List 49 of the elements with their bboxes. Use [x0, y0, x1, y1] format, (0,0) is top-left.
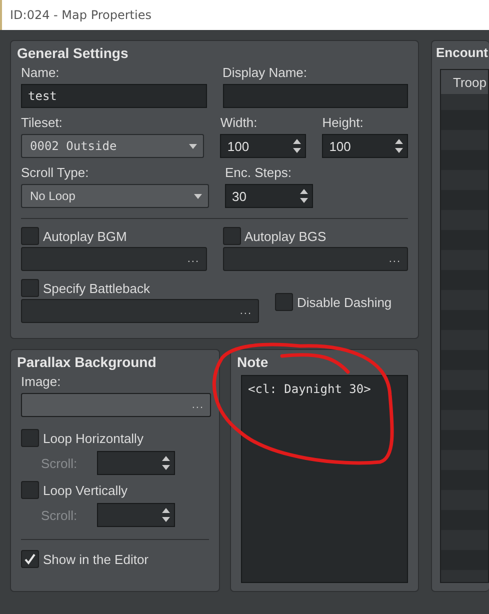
checkbox[interactable]: [275, 293, 293, 311]
window-title: ID:024 - Map Properties: [10, 8, 152, 22]
display-name-field[interactable]: [222, 84, 408, 108]
spin-arrows-icon[interactable]: [293, 139, 302, 153]
checkbox-label: Autoplay BGS: [244, 228, 326, 244]
panel-title: Note: [237, 354, 270, 370]
checkbox[interactable]: [21, 279, 39, 297]
field-label: Enc. Steps:: [225, 164, 292, 181]
checkbox-label: Show in the Editor: [43, 552, 149, 566]
checkbox-label: Disable Dashing: [297, 294, 392, 310]
note-text-area[interactable]: <cl: Daynight 30>: [241, 375, 408, 583]
checkbox[interactable]: [21, 227, 39, 245]
column-header[interactable]: Troop: [441, 70, 488, 94]
spin-arrows-icon[interactable]: [162, 508, 170, 522]
dropdown-caret-icon: [189, 144, 198, 148]
spin-arrows-icon[interactable]: [300, 189, 308, 203]
scroll-spinbox[interactable]: [97, 451, 175, 475]
file-picker-field[interactable]: ...: [21, 393, 211, 417]
file-picker-field[interactable]: ...: [222, 247, 408, 271]
spin-arrows-icon[interactable]: [395, 139, 404, 153]
field-label: Width:: [220, 114, 258, 131]
checkbox[interactable]: [21, 550, 39, 568]
panel-title: Parallax Background: [17, 354, 158, 370]
spin-arrows-icon[interactable]: [162, 456, 170, 470]
name-field[interactable]: test: [21, 84, 206, 108]
panel-title: Encount: [436, 45, 489, 60]
checkbox[interactable]: [222, 227, 240, 245]
field-label: Display Name:: [222, 64, 308, 81]
checkbox-label: Loop Horizontally: [43, 430, 144, 446]
field-label: Height:: [322, 114, 364, 131]
checkbox-label: Autoplay BGM: [43, 228, 127, 244]
checkbox-label: Loop Vertically: [43, 482, 128, 498]
scroll-label: Scroll:: [41, 454, 78, 472]
width-spinbox[interactable]: 100: [220, 134, 306, 158]
field-label: Image:: [21, 373, 62, 390]
field-label: Tileset:: [21, 114, 64, 131]
field-label: Name:: [21, 64, 60, 81]
tileset-dropdown[interactable]: 0002 Outside: [21, 134, 204, 158]
file-picker-field[interactable]: ...: [21, 247, 206, 271]
scroll-type-dropdown[interactable]: No Loop: [21, 184, 209, 208]
dropdown-caret-icon: [194, 194, 202, 198]
height-spinbox[interactable]: 100: [322, 134, 408, 158]
scroll-spinbox[interactable]: [97, 503, 175, 527]
panel-title: General Settings: [17, 45, 130, 61]
scroll-label: Scroll:: [41, 506, 78, 524]
enc-steps-spinbox[interactable]: 30: [225, 184, 313, 208]
field-label: Scroll Type:: [21, 164, 90, 181]
file-picker-field[interactable]: ...: [21, 299, 259, 323]
checkbox-label: Specify Battleback: [43, 280, 150, 296]
